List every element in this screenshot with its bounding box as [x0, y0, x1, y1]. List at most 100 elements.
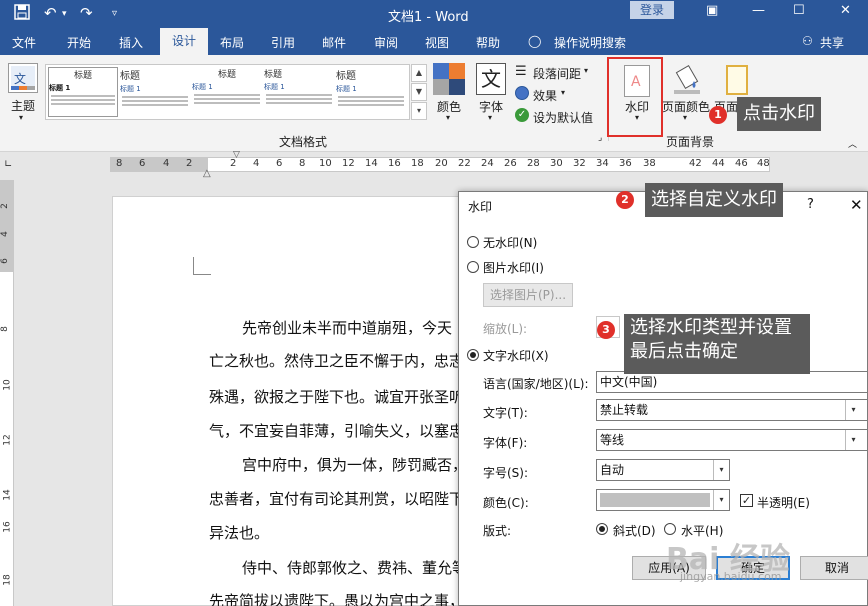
colors-dropdown-icon[interactable]: ▾: [446, 113, 450, 122]
tab-review[interactable]: 审阅: [374, 34, 398, 51]
text-combobox[interactable]: 禁止转载 ▾: [596, 399, 868, 421]
style-set-gallery[interactable]: 标题 标题 1 标题 标题 1 标题 标题 1 标题 标题 1 标题 标题 1: [45, 64, 410, 120]
text-watermark-radio[interactable]: [467, 349, 479, 361]
effects-button[interactable]: 效果: [533, 87, 557, 104]
font-dropdown-icon[interactable]: ▾: [845, 430, 861, 450]
ruler-number: 18: [411, 158, 424, 169]
diagonal-radio[interactable]: [596, 523, 608, 535]
page-color-icon[interactable]: [672, 65, 702, 95]
effects-dropdown-icon[interactable]: ▾: [561, 88, 565, 97]
semi-transparent-label[interactable]: 半透明(E): [757, 494, 810, 511]
language-select[interactable]: 中文(中国): [596, 371, 868, 393]
close-icon[interactable]: ✕: [850, 196, 863, 214]
svg-text:文: 文: [14, 71, 26, 86]
save-icon[interactable]: [14, 4, 30, 24]
fonts-dropdown-icon[interactable]: ▾: [488, 113, 492, 122]
color-dropdown-icon[interactable]: ▾: [713, 490, 729, 510]
tab-layout[interactable]: 布局: [220, 34, 244, 51]
first-line-indent-marker[interactable]: ▽: [233, 150, 240, 160]
paragraph-spacing-dropdown-icon[interactable]: ▾: [584, 66, 588, 75]
vruler-number: 14: [2, 489, 13, 501]
customize-quick-access-icon[interactable]: ▿: [112, 8, 117, 19]
redo-icon[interactable]: ↷: [80, 4, 93, 22]
ribbon-display-options-icon[interactable]: ▣: [706, 3, 718, 18]
tab-references[interactable]: 引用: [271, 34, 295, 51]
close-window-icon[interactable]: ✕: [840, 3, 851, 18]
text-watermark-label[interactable]: 文字水印(X): [483, 347, 549, 364]
vruler-number: 2: [0, 203, 10, 209]
ruler-number: 34: [596, 158, 609, 169]
ruler-number: 8: [299, 158, 306, 169]
maximize-icon[interactable]: ☐: [793, 3, 805, 18]
gallery-more-button[interactable]: ▾: [411, 102, 427, 120]
share-button[interactable]: 共享: [820, 34, 844, 51]
color-label: 颜色(C):: [483, 496, 529, 510]
collapse-ribbon-icon[interactable]: ︿: [848, 137, 857, 150]
cancel-button[interactable]: 取消: [800, 556, 868, 580]
text-dropdown-icon[interactable]: ▾: [845, 400, 861, 420]
ruler-number: 22: [458, 158, 471, 169]
help-icon[interactable]: ?: [807, 197, 814, 212]
style-thumb[interactable]: 标题 标题 1: [192, 67, 262, 117]
gallery-scroll-down[interactable]: ▼: [411, 83, 427, 101]
tab-selector-icon[interactable]: ∟: [4, 159, 12, 170]
style-thumb[interactable]: 标题 标题 1: [120, 67, 190, 117]
no-watermark-label[interactable]: 无水印(N): [483, 234, 537, 251]
tab-design[interactable]: 设计: [160, 28, 208, 55]
paragraph-spacing-button[interactable]: 段落间距: [533, 65, 581, 82]
vruler-number: 4: [0, 231, 10, 237]
vruler-number: 18: [2, 574, 13, 586]
page-border-icon[interactable]: [726, 65, 748, 95]
login-button[interactable]: 登录: [630, 1, 674, 19]
tab-mailings[interactable]: 邮件: [322, 34, 346, 51]
gallery-scroll-up[interactable]: ▲: [411, 64, 427, 82]
color-picker[interactable]: ▾: [596, 489, 730, 511]
step-badge-1: 1: [709, 106, 727, 124]
font-select[interactable]: 等线 ▾: [596, 429, 868, 451]
set-default-button[interactable]: 设为默认值: [533, 109, 593, 126]
style-thumb[interactable]: 标题 标题 1: [48, 67, 118, 117]
ruler-number: 8: [116, 158, 123, 169]
minimize-icon[interactable]: —: [752, 3, 765, 18]
ruler-number: 38: [643, 158, 656, 169]
undo-dropdown-icon[interactable]: ▾: [62, 9, 67, 19]
step-badge-3: 3: [597, 321, 615, 339]
left-indent-marker[interactable]: △: [203, 168, 211, 179]
style-thumb[interactable]: 标题 标题 1: [336, 67, 406, 117]
ruler-number: 24: [481, 158, 494, 169]
picture-watermark-label[interactable]: 图片水印(I): [483, 259, 544, 276]
baidu-watermark-url: jingyan.baidu.com: [680, 570, 782, 583]
picture-watermark-radio[interactable]: [467, 261, 479, 273]
fonts-icon[interactable]: 文: [476, 63, 506, 95]
diagonal-label[interactable]: 斜式(D): [613, 522, 656, 539]
tab-view[interactable]: 视图: [425, 34, 449, 51]
ruler-number: 4: [163, 158, 170, 169]
theme-label[interactable]: 主题: [11, 97, 35, 114]
dialog-title: 水印: [468, 200, 493, 214]
select-picture-button[interactable]: 选择图片(P)...: [483, 283, 573, 307]
tab-insert[interactable]: 插入: [119, 34, 143, 51]
page-color-dropdown-icon[interactable]: ▾: [683, 113, 687, 122]
colors-icon[interactable]: [433, 63, 465, 95]
undo-icon[interactable]: ↶: [44, 4, 57, 22]
document-line: 先帝创业未半而中道崩殂，今天: [242, 319, 453, 337]
tell-me-search[interactable]: 操作说明搜索: [554, 34, 626, 51]
document-line: 忠善者，宜付有司论其刑赏，以昭陛下: [209, 490, 465, 508]
doc-format-launcher-icon[interactable]: ⌟: [598, 133, 602, 143]
callout-step-3-line1: 选择水印类型并设置: [630, 317, 792, 338]
scale-label: 缩放(L):: [483, 322, 528, 336]
vruler-number: 16: [2, 521, 13, 533]
size-dropdown-icon[interactable]: ▾: [713, 460, 729, 480]
vruler-number: 10: [2, 379, 13, 391]
ruler-number: 30: [550, 158, 563, 169]
size-select[interactable]: 自动 ▾: [596, 459, 730, 481]
tab-help[interactable]: 帮助: [476, 34, 500, 51]
callout-step-3-line2: 最后点击确定: [630, 341, 738, 362]
tab-file[interactable]: 文件: [12, 34, 36, 51]
theme-icon[interactable]: 文: [8, 63, 38, 93]
style-thumb[interactable]: 标题 标题 1: [264, 67, 334, 117]
tab-home[interactable]: 开始: [67, 34, 91, 51]
no-watermark-radio[interactable]: [467, 236, 479, 248]
theme-dropdown-icon[interactable]: ▾: [19, 113, 23, 122]
semi-transparent-checkbox[interactable]: ✓: [740, 494, 753, 507]
